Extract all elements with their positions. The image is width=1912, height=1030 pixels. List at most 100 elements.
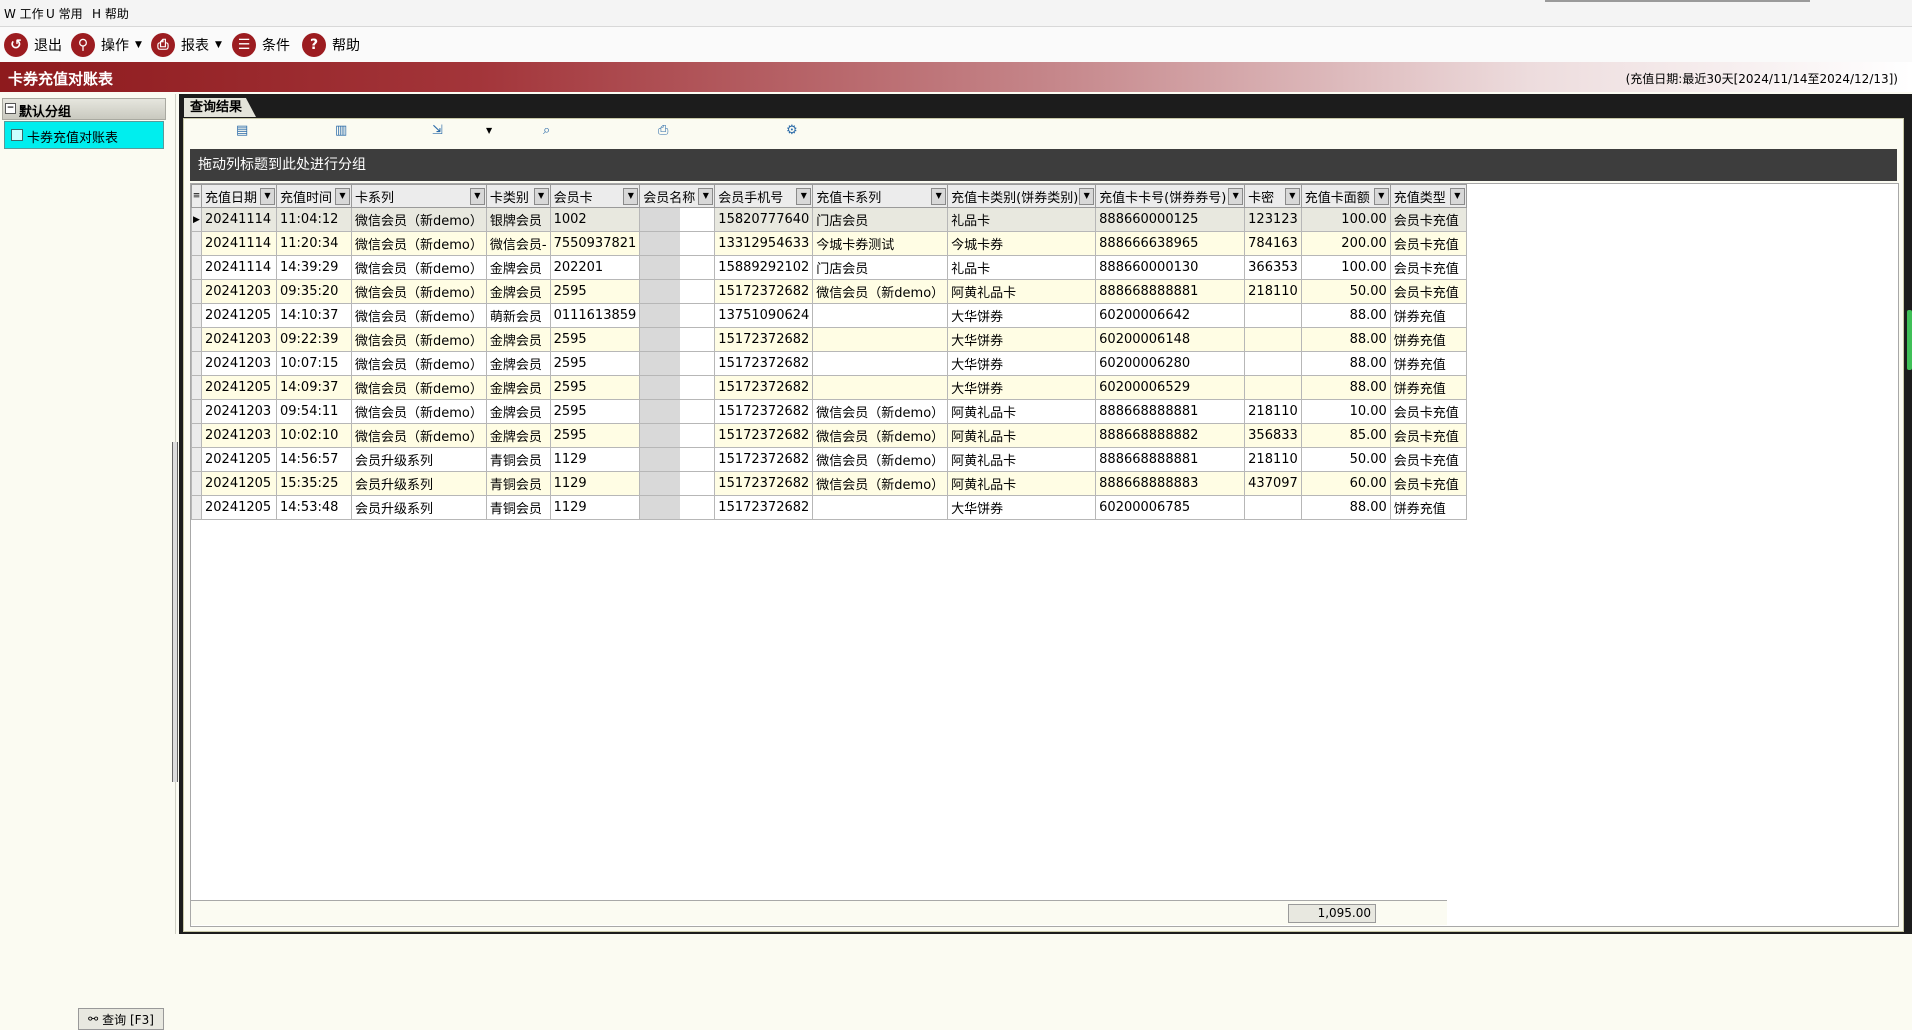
group-header[interactable]: − 默认分组: [2, 98, 166, 120]
table-row[interactable]: ▶ 20241114 11:04:12 微信会员（新demo） 银牌会员 1002 1582…: [191, 207, 1467, 232]
column-header[interactable]: 卡系列 ▼: [351, 184, 487, 208]
table-cell[interactable]: 会员卡充值: [1389, 423, 1467, 448]
table-cell[interactable]: 会员卡充值: [1389, 231, 1467, 256]
row-indicator[interactable]: [191, 375, 202, 400]
table-cell[interactable]: 888666638965: [1095, 231, 1246, 256]
table-cell[interactable]: 218110: [1244, 279, 1302, 304]
table-cell[interactable]: 今城卡券: [947, 231, 1097, 256]
filter-dropdown-icon[interactable]: ▼: [698, 188, 714, 205]
table-row[interactable]: 20241205 15:35:25 会员升级系列 青铜会员 1129 1517237268…: [191, 471, 1467, 496]
member-name-cell[interactable]: [639, 399, 716, 424]
table-cell[interactable]: 大华饼券: [947, 495, 1097, 520]
row-indicator[interactable]: [191, 423, 202, 448]
table-cell[interactable]: 金牌会员: [485, 399, 551, 424]
table-cell[interactable]: 会员卡充值: [1389, 207, 1467, 232]
member-name-cell[interactable]: [639, 495, 716, 520]
filter-dropdown-icon[interactable]: ▼: [469, 188, 485, 205]
operate-button[interactable]: ⚲ 操作 ▼: [71, 32, 142, 58]
table-cell[interactable]: 20241205: [201, 495, 277, 520]
exit-button[interactable]: ↺ 退出: [4, 32, 62, 58]
member-name-cell[interactable]: [639, 327, 716, 352]
table-row[interactable]: 20241203 09:35:20 微信会员（新demo） 金牌会员 2595 15172…: [191, 279, 1467, 304]
table-cell[interactable]: 金牌会员: [485, 279, 551, 304]
menu-work[interactable]: W 工作: [4, 5, 44, 22]
table-cell[interactable]: 20241114: [201, 255, 277, 280]
table-cell[interactable]: 阿黄礼品卡: [947, 447, 1097, 472]
table-cell[interactable]: [1244, 351, 1302, 376]
row-indicator[interactable]: [191, 255, 202, 280]
table-cell[interactable]: [812, 327, 949, 352]
panel-splitter[interactable]: [172, 442, 178, 782]
table-cell[interactable]: 13312954633: [714, 231, 814, 256]
table-cell[interactable]: 14:10:37: [276, 303, 352, 328]
table-cell[interactable]: 50.00: [1300, 447, 1391, 472]
table-cell[interactable]: 20241205: [201, 447, 277, 472]
table-row[interactable]: 20241205 14:09:37 微信会员（新demo） 金牌会员 2595 15172…: [191, 375, 1467, 400]
table-cell[interactable]: 888668888881: [1095, 399, 1246, 424]
table-cell[interactable]: 会员卡充值: [1389, 447, 1467, 472]
group-by-area[interactable]: 拖动列标题到此处进行分组: [190, 149, 1897, 181]
table-cell[interactable]: 会员升级系列: [351, 447, 487, 472]
table-cell[interactable]: 888668888881: [1095, 279, 1246, 304]
table-cell[interactable]: 青铜会员: [485, 495, 551, 520]
table-row[interactable]: 20241114 11:20:34 微信会员（新demo） 微信会员- 75509378…: [191, 231, 1467, 256]
column-chooser-icon[interactable]: ≡: [191, 184, 202, 208]
table-cell[interactable]: 15172372682: [714, 327, 814, 352]
table-cell[interactable]: 2595: [549, 375, 641, 400]
table-cell[interactable]: 20241205: [201, 471, 277, 496]
table-cell[interactable]: 大华饼券: [947, 327, 1097, 352]
member-name-cell[interactable]: [639, 447, 716, 472]
row-indicator[interactable]: [191, 471, 202, 496]
table-cell[interactable]: 60200006280: [1095, 351, 1246, 376]
table-cell[interactable]: 784163: [1244, 231, 1302, 256]
table-cell[interactable]: 15889292102: [714, 255, 814, 280]
report-item[interactable]: 卡券充值对账表: [4, 121, 164, 149]
table-cell[interactable]: 20241203: [201, 279, 277, 304]
table-cell[interactable]: 阿黄礼品卡: [947, 399, 1097, 424]
table-cell[interactable]: 1129: [549, 447, 641, 472]
table-cell[interactable]: 微信会员（新demo）: [812, 399, 949, 424]
table-cell[interactable]: 阿黄礼品卡: [947, 423, 1097, 448]
table-cell[interactable]: 15172372682: [714, 375, 814, 400]
table-cell[interactable]: 微信会员（新demo）: [351, 255, 487, 280]
collapse-group-icon[interactable]: ▥: [335, 123, 351, 139]
table-cell[interactable]: 微信会员-: [485, 231, 551, 256]
table-cell[interactable]: 85.00: [1300, 423, 1391, 448]
table-cell[interactable]: 青铜会员: [485, 471, 551, 496]
menu-common[interactable]: U 常用: [46, 5, 83, 22]
table-cell[interactable]: 7550937821: [549, 231, 641, 256]
table-cell[interactable]: 微信会员（新demo）: [351, 207, 487, 232]
export-icon[interactable]: ⇲: [432, 123, 448, 139]
table-cell[interactable]: 88.00: [1300, 351, 1391, 376]
table-cell[interactable]: [812, 303, 949, 328]
find-icon[interactable]: ⌕: [543, 123, 559, 139]
table-cell[interactable]: 微信会员（新demo）: [351, 423, 487, 448]
table-cell[interactable]: 11:04:12: [276, 207, 352, 232]
member-name-cell[interactable]: [639, 423, 716, 448]
table-cell[interactable]: 2595: [549, 399, 641, 424]
table-cell[interactable]: 20241203: [201, 399, 277, 424]
help-button[interactable]: ? 帮助: [302, 32, 360, 58]
table-cell[interactable]: 88.00: [1300, 327, 1391, 352]
table-cell[interactable]: 礼品卡: [947, 255, 1097, 280]
tab-query-result[interactable]: 查询结果: [184, 98, 257, 117]
column-header[interactable]: 会员手机号 ▼: [714, 184, 814, 208]
table-row[interactable]: 20241203 09:54:11 微信会员（新demo） 金牌会员 2595 15172…: [191, 399, 1467, 424]
table-cell[interactable]: 366353: [1244, 255, 1302, 280]
filter-dropdown-icon[interactable]: ▼: [260, 188, 275, 205]
row-indicator[interactable]: [191, 303, 202, 328]
table-cell[interactable]: 20241205: [201, 375, 277, 400]
table-cell[interactable]: 金牌会员: [485, 375, 551, 400]
table-cell[interactable]: 218110: [1244, 399, 1302, 424]
table-cell[interactable]: 11:20:34: [276, 231, 352, 256]
filter-dropdown-icon[interactable]: ▼: [1079, 188, 1095, 205]
table-cell[interactable]: 60200006148: [1095, 327, 1246, 352]
table-cell[interactable]: 20241114: [201, 231, 277, 256]
table-cell[interactable]: 123123: [1244, 207, 1302, 232]
condition-button[interactable]: ☰ 条件: [232, 32, 290, 58]
column-header[interactable]: 充值卡类别(饼券类别) ▼: [947, 184, 1097, 208]
row-indicator[interactable]: [191, 351, 202, 376]
table-cell[interactable]: 会员升级系列: [351, 471, 487, 496]
table-cell[interactable]: 阿黄礼品卡: [947, 471, 1097, 496]
table-cell[interactable]: 会员卡充值: [1389, 279, 1467, 304]
